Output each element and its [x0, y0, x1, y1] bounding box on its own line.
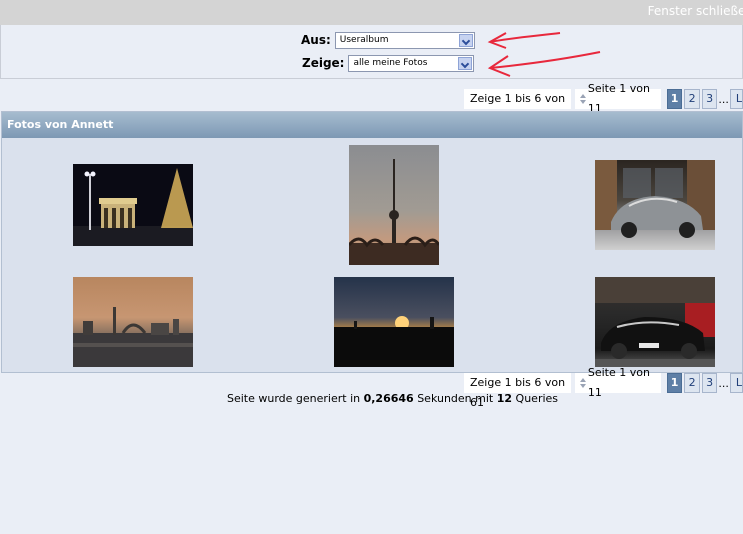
filter-row-zeige: Zeige: alle meine Fotos	[302, 54, 475, 72]
footer-queries: 12	[496, 392, 513, 405]
footer-middle: Sekunden mit	[413, 392, 497, 405]
zeige-select[interactable]: alle meine Fotos	[348, 54, 475, 72]
zeige-label: Zeige:	[302, 56, 345, 70]
filter-row-aus: Aus: Useralbum	[301, 31, 475, 49]
pagination-bottom: Zeige 1 bis 6 von 61 Seite 1 von 11 1 2 …	[464, 366, 743, 409]
footer-seconds: 0,26646	[363, 392, 414, 405]
top-bar: Fenster schließen	[0, 0, 743, 25]
photo-thumbnail[interactable]	[73, 277, 193, 367]
aus-label: Aus:	[301, 33, 331, 47]
album-title: Fotos von Annett	[2, 112, 742, 138]
aus-select[interactable]: Useralbum	[334, 31, 475, 49]
page-link-2[interactable]: 2	[684, 373, 700, 393]
aus-select-value: Useralbum	[339, 34, 389, 45]
footer-prefix: Seite wurde generiert in	[226, 392, 364, 405]
page-link-1[interactable]: 1	[666, 89, 683, 109]
page-link-3[interactable]: 3	[701, 89, 718, 109]
annotation-arrows	[487, 32, 601, 77]
page-link-3[interactable]: 3	[701, 373, 718, 393]
photo-thumbnail[interactable]	[595, 160, 715, 250]
photo-thumbnail[interactable]	[334, 277, 454, 367]
photo-image	[595, 160, 715, 238]
sort-arrows-icon	[579, 93, 586, 105]
photo-thumbnail[interactable]	[349, 145, 439, 265]
pagination-ellipsis: ...	[718, 376, 729, 390]
photo-thumbnail[interactable]	[595, 277, 715, 367]
arrow-icon	[489, 51, 601, 69]
photo-image	[334, 316, 454, 367]
page-link-last[interactable]: L	[729, 373, 743, 393]
photo-thumbnail[interactable]	[73, 164, 193, 246]
page-jump[interactable]: Seite 1 von 11	[575, 366, 661, 399]
photo-image	[73, 307, 193, 367]
chevron-down-icon[interactable]	[458, 33, 473, 47]
page-jump[interactable]: Seite 1 von 11	[575, 82, 661, 115]
page-link-last[interactable]: L	[729, 89, 743, 109]
page-link-1[interactable]: 1	[666, 373, 683, 393]
arrow-icon	[489, 32, 561, 43]
photo-image	[349, 159, 439, 265]
pagination-info: Zeige 1 bis 6 von 61	[464, 373, 572, 409]
footer-suffix: Queries	[512, 392, 559, 405]
photo-image	[73, 168, 193, 246]
close-window-link[interactable]: Fenster schließen	[648, 4, 743, 18]
photo-album: Fotos von Annett	[1, 111, 743, 373]
generation-footer: Seite wurde generiert in 0,26646 Sekunde…	[0, 392, 743, 405]
pagination-ellipsis: ...	[718, 92, 729, 106]
page-link-2[interactable]: 2	[684, 89, 700, 109]
chevron-down-icon[interactable]	[458, 56, 473, 70]
photo-image	[595, 277, 715, 367]
sort-arrows-icon	[579, 377, 586, 389]
filter-panel: Aus: Useralbum Zeige: alle meine Fotos	[0, 25, 743, 79]
pagination-info: Zeige 1 bis 6 von 61	[464, 89, 572, 125]
zeige-select-value: alle meine Fotos	[353, 57, 428, 68]
pagination-top: Zeige 1 bis 6 von 61 Seite 1 von 11 1 2 …	[464, 82, 743, 125]
